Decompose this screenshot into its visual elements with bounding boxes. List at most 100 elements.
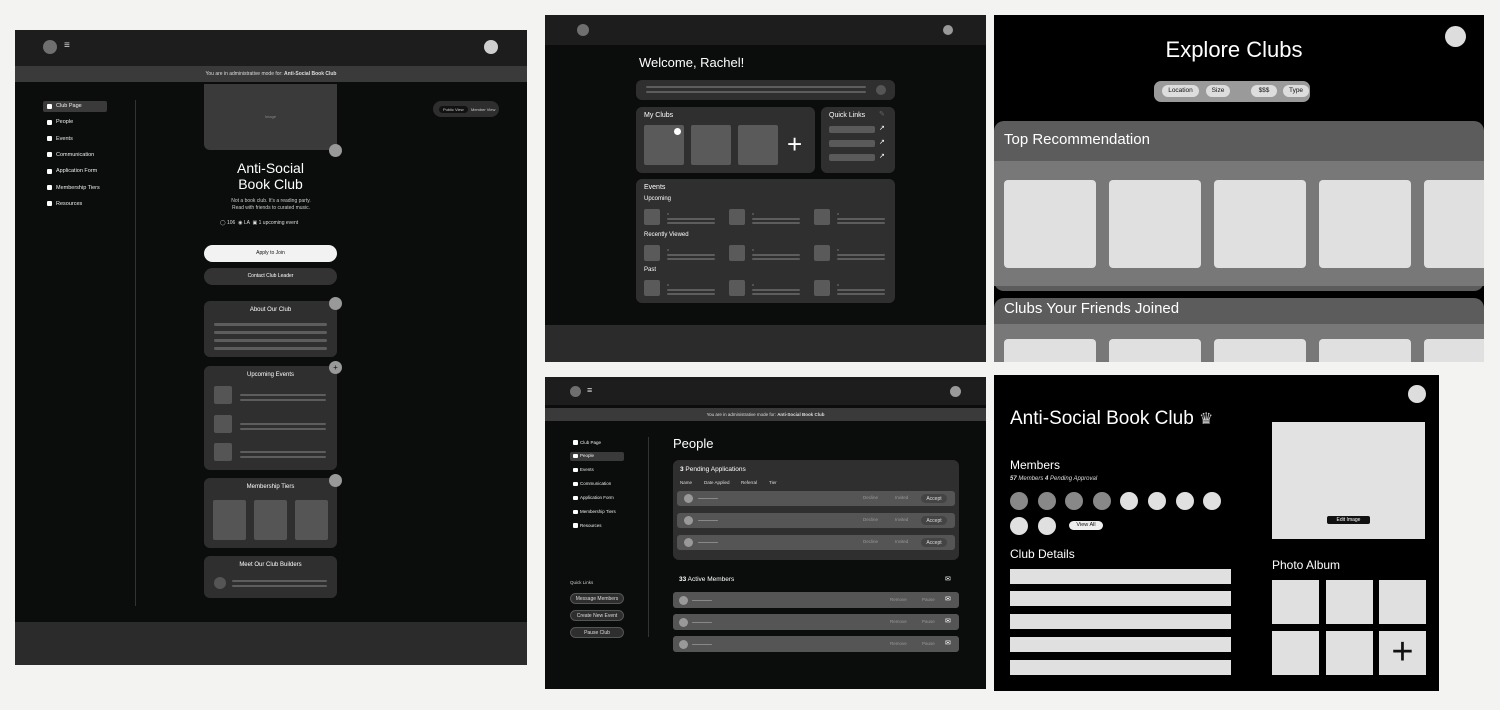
- filter-chip-location[interactable]: Location: [1162, 85, 1199, 97]
- remove-button[interactable]: Remove: [890, 597, 907, 602]
- event-thumb[interactable]: [729, 209, 745, 225]
- pending-row[interactable]: Decline Invited Accept: [677, 491, 955, 506]
- accept-button[interactable]: Accept: [920, 515, 948, 526]
- search-bar[interactable]: [636, 80, 895, 100]
- club-card[interactable]: [1319, 180, 1411, 268]
- club-card[interactable]: [1424, 180, 1484, 268]
- arrow-icon[interactable]: ↗: [879, 124, 885, 132]
- arrow-icon[interactable]: ↗: [879, 138, 885, 146]
- pause-button[interactable]: Pause: [922, 641, 935, 646]
- tier-card[interactable]: [254, 500, 287, 540]
- decline-button[interactable]: Decline: [863, 517, 878, 522]
- filter-chip-size[interactable]: Size: [1206, 85, 1230, 97]
- profile-icon[interactable]: [943, 25, 953, 35]
- sidebar-item[interactable]: Application Form: [570, 494, 624, 503]
- quick-action-button[interactable]: Message Members: [570, 593, 624, 604]
- event-thumb[interactable]: [644, 280, 660, 296]
- quick-link[interactable]: [829, 154, 875, 161]
- detail-field[interactable]: [1010, 569, 1231, 584]
- club-tile[interactable]: [691, 125, 731, 165]
- remove-button[interactable]: Remove: [890, 641, 907, 646]
- decline-button[interactable]: Decline: [863, 495, 878, 500]
- sidebar-item[interactable]: Communication: [570, 480, 624, 489]
- logo[interactable]: [43, 40, 57, 54]
- apply-button[interactable]: Apply to Join: [204, 245, 337, 262]
- sidebar-item[interactable]: Club Page: [570, 438, 624, 447]
- member-row[interactable]: Remove Pause ✉: [673, 592, 959, 608]
- hamburger-icon[interactable]: ≡: [587, 385, 592, 395]
- pause-button[interactable]: Pause: [922, 619, 935, 624]
- profile-icon[interactable]: [484, 40, 498, 54]
- album-photo[interactable]: [1272, 580, 1319, 624]
- sidebar-item[interactable]: Communication: [43, 150, 107, 161]
- event-thumb[interactable]: [814, 245, 830, 261]
- logo[interactable]: [570, 386, 581, 397]
- remove-button[interactable]: Remove: [890, 619, 907, 624]
- edit-image-button[interactable]: Edit Image: [1327, 516, 1370, 524]
- event-thumb[interactable]: [814, 209, 830, 225]
- event-thumb[interactable]: [729, 280, 745, 296]
- pending-row[interactable]: Decline Invited Accept: [677, 513, 955, 528]
- add-event-icon[interactable]: +: [329, 361, 342, 374]
- member-avatar[interactable]: [1065, 492, 1084, 510]
- sidebar-item[interactable]: Club Page: [43, 101, 107, 112]
- sidebar-item[interactable]: Resources: [570, 521, 624, 530]
- member-avatar[interactable]: [1175, 492, 1194, 510]
- contact-button[interactable]: Contact Club Leader: [204, 268, 337, 285]
- member-avatar[interactable]: [1120, 492, 1139, 510]
- mail-icon[interactable]: ✉: [945, 639, 951, 647]
- member-avatar[interactable]: [1038, 517, 1056, 535]
- pause-button[interactable]: Pause: [922, 597, 935, 602]
- sidebar-item[interactable]: Application Form: [43, 166, 107, 177]
- pending-row[interactable]: Decline Invited Accept: [677, 535, 955, 550]
- quick-link[interactable]: [829, 126, 875, 133]
- filter-chip-pricepriceprice[interactable]: $$$: [1251, 85, 1277, 97]
- sidebar-item[interactable]: Membership Tiers: [570, 508, 624, 517]
- sidebar-item[interactable]: People: [43, 117, 107, 128]
- logo[interactable]: [577, 24, 589, 36]
- search-icon[interactable]: [876, 85, 886, 95]
- filter-chip-type[interactable]: Type: [1283, 85, 1309, 97]
- event-thumb[interactable]: [644, 245, 660, 261]
- album-photo[interactable]: [1326, 631, 1373, 675]
- mail-icon[interactable]: ✉: [945, 617, 951, 625]
- detail-field[interactable]: [1010, 591, 1231, 606]
- event-thumb[interactable]: [814, 280, 830, 296]
- builder-avatar[interactable]: [214, 577, 226, 589]
- member-row[interactable]: Remove Pause ✉: [673, 636, 959, 652]
- sidebar-item[interactable]: People: [570, 451, 624, 461]
- member-avatar[interactable]: [1092, 492, 1111, 510]
- profile-icon[interactable]: [950, 386, 961, 397]
- event-thumb[interactable]: [729, 245, 745, 261]
- member-view-tab[interactable]: Member View: [471, 107, 495, 112]
- edit-banner-icon[interactable]: [329, 144, 342, 157]
- view-toggle[interactable]: Public View Member View: [433, 101, 499, 117]
- member-avatar[interactable]: [1010, 517, 1028, 535]
- detail-field[interactable]: [1010, 660, 1231, 675]
- decline-button[interactable]: Decline: [863, 539, 878, 544]
- member-avatar[interactable]: [1037, 492, 1056, 510]
- add-club-icon[interactable]: +: [787, 129, 802, 160]
- add-photo-button[interactable]: +: [1379, 631, 1426, 675]
- sidebar-item[interactable]: Events: [570, 466, 624, 475]
- public-view-tab[interactable]: Public View: [439, 106, 468, 113]
- club-card[interactable]: [1424, 339, 1484, 362]
- club-card[interactable]: [1319, 339, 1411, 362]
- tier-card[interactable]: [295, 500, 328, 540]
- club-card[interactable]: [1214, 180, 1306, 268]
- sidebar-item[interactable]: Resources: [43, 199, 107, 210]
- club-card[interactable]: [1214, 339, 1306, 362]
- member-avatar[interactable]: [1203, 492, 1222, 510]
- club-card[interactable]: [1109, 339, 1201, 362]
- detail-field[interactable]: [1010, 614, 1231, 629]
- edit-icon[interactable]: ✎: [879, 110, 885, 118]
- mail-icon[interactable]: ✉: [945, 575, 951, 583]
- event-thumb[interactable]: [214, 443, 232, 461]
- profile-icon[interactable]: [1408, 385, 1426, 403]
- member-row[interactable]: Remove Pause ✉: [673, 614, 959, 630]
- quick-link[interactable]: [829, 140, 875, 147]
- arrow-icon[interactable]: ↗: [879, 152, 885, 160]
- club-card[interactable]: [1109, 180, 1201, 268]
- member-avatar[interactable]: [1148, 492, 1166, 510]
- accept-button[interactable]: Accept: [920, 493, 948, 504]
